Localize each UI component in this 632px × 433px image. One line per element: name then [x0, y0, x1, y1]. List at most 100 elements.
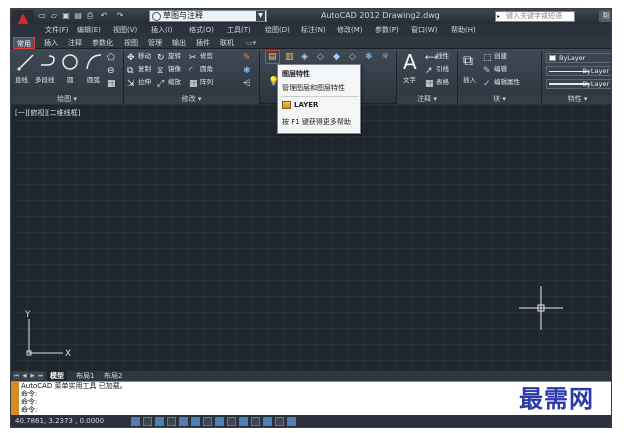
undo-icon[interactable]: ↶	[99, 11, 109, 21]
layer-isolate-icon[interactable]: ◆	[333, 52, 342, 62]
quick-properties-icon[interactable]	[275, 417, 284, 426]
object-snap-icon[interactable]	[191, 417, 200, 426]
lineweight-icon[interactable]	[251, 417, 260, 426]
tab-view[interactable]: 视图	[121, 37, 141, 49]
menu-file[interactable]: 文件(F)	[45, 25, 69, 36]
first-tab-icon[interactable]: ⏮	[13, 372, 20, 380]
selection-cycling-icon[interactable]	[287, 417, 296, 426]
grid-display-icon[interactable]	[155, 417, 164, 426]
circle-icon[interactable]	[61, 53, 79, 71]
create-label[interactable]: 创建	[494, 52, 507, 61]
save-as-icon[interactable]: ▤	[73, 11, 83, 21]
tab-manage[interactable]: 管理	[145, 37, 165, 49]
explode-icon[interactable]: ✱	[243, 66, 252, 76]
tab-parametric[interactable]: 参数化	[89, 37, 116, 49]
menu-view[interactable]: 视图(V)	[113, 25, 137, 36]
tab-model[interactable]: 模型	[47, 371, 67, 381]
tab-online[interactable]: 联机	[217, 37, 237, 49]
object-snap-tracking-icon[interactable]	[215, 417, 224, 426]
move-label[interactable]: 移动	[138, 52, 151, 61]
menu-insert[interactable]: 插入(I)	[151, 25, 173, 36]
menu-tools[interactable]: 工具(T)	[227, 25, 251, 36]
layer-match-icon[interactable]: ◈	[301, 52, 310, 62]
save-icon[interactable]: ▣	[61, 11, 71, 21]
ellipse-icon[interactable]: ⊖	[107, 66, 116, 76]
next-tab-icon[interactable]: ▶	[29, 372, 36, 380]
insert-label[interactable]: 插入	[463, 76, 476, 85]
menu-format[interactable]: 格式(O)	[189, 25, 214, 36]
layer-freeze-icon[interactable]: ❄	[365, 52, 374, 62]
drawing-area[interactable]: [一][俯视][二维线框] Y X	[11, 104, 611, 371]
command-window-handle[interactable]	[11, 382, 19, 416]
layer-previous-icon[interactable]: ◇	[317, 52, 326, 62]
redo-icon[interactable]: ↷	[115, 11, 125, 21]
workspace-select[interactable]: 草图与注释 ▼	[149, 10, 267, 22]
arc-label[interactable]: 圆弧	[87, 76, 100, 85]
rotate-label[interactable]: 旋转	[168, 52, 181, 61]
snap-mode-icon[interactable]	[143, 417, 152, 426]
layer-state-icon[interactable]: ▥	[285, 52, 294, 62]
text-icon[interactable]: A	[403, 51, 421, 73]
menu-help[interactable]: 帮助(H)	[451, 25, 476, 36]
polygon-icon[interactable]: ⬠	[107, 53, 116, 63]
open-icon[interactable]: ▱	[49, 11, 59, 21]
line-label[interactable]: 直线	[15, 76, 28, 85]
menu-edit[interactable]: 编辑(E)	[77, 25, 101, 36]
tab-output[interactable]: 输出	[169, 37, 189, 49]
scale-label[interactable]: 缩放	[168, 78, 181, 87]
search-input[interactable]: ▸ 键入关键字或短语	[495, 11, 575, 22]
menu-modify[interactable]: 修改(M)	[337, 25, 363, 36]
linetype-select[interactable]: ByLayer	[546, 66, 611, 76]
3d-object-snap-icon[interactable]	[203, 417, 212, 426]
mirror-label[interactable]: 镜像	[168, 65, 181, 74]
tab-more-icon[interactable]: ▭▾	[243, 37, 259, 49]
array-label[interactable]: 阵列	[200, 78, 213, 87]
panel-title-draw[interactable]: 绘图 ▾	[11, 95, 123, 104]
hatch-icon[interactable]: ▦	[107, 79, 116, 89]
linear-label[interactable]: 线性	[436, 52, 449, 61]
table-label[interactable]: 表格	[436, 78, 449, 87]
new-icon[interactable]: ▭	[37, 11, 47, 21]
offset-icon[interactable]: ⩤	[243, 79, 252, 89]
print-icon[interactable]: ⎙	[85, 11, 95, 21]
polyline-label[interactable]: 多段线	[35, 76, 55, 85]
command-input[interactable]: 命令:	[21, 406, 37, 415]
copy-label[interactable]: 复制	[138, 65, 151, 74]
menu-parametric[interactable]: 参数(P)	[375, 25, 399, 36]
dynamic-input-icon[interactable]	[239, 417, 248, 426]
polar-tracking-icon[interactable]	[179, 417, 188, 426]
menu-dimension[interactable]: 标注(N)	[301, 25, 326, 36]
tab-insert[interactable]: 插入	[41, 37, 61, 49]
panel-title-annotation[interactable]: 注释 ▾	[397, 95, 457, 104]
last-tab-icon[interactable]: ⏭	[37, 372, 44, 380]
lineweight-select[interactable]: ByLayer	[546, 79, 611, 89]
layer-unisolate-icon[interactable]: ◇	[349, 52, 358, 62]
circle-label[interactable]: 圆	[67, 76, 74, 85]
trim-label[interactable]: 修剪	[200, 52, 213, 61]
text-label[interactable]: 文字	[403, 76, 416, 85]
tab-plugins[interactable]: 插件	[193, 37, 213, 49]
prev-tab-icon[interactable]: ◀	[21, 372, 28, 380]
edit-attribute-label[interactable]: 编辑属性	[494, 78, 520, 87]
layer-off-icon[interactable]: ☼	[381, 52, 390, 62]
dynamic-ucs-icon[interactable]	[227, 417, 236, 426]
polyline-icon[interactable]	[39, 53, 57, 71]
lightbulb-icon[interactable]: 💡	[268, 77, 279, 87]
edit-label[interactable]: 编辑	[494, 65, 507, 74]
tab-annotate[interactable]: 注释	[65, 37, 85, 49]
ortho-mode-icon[interactable]	[167, 417, 176, 426]
infer-constraints-icon[interactable]	[131, 417, 140, 426]
erase-icon[interactable]: ✎	[243, 53, 252, 63]
fillet-label[interactable]: 圆角	[200, 65, 213, 74]
insert-block-icon[interactable]: ⧉	[463, 53, 479, 69]
leader-label[interactable]: 引线	[436, 65, 449, 74]
stretch-label[interactable]: 拉伸	[138, 78, 151, 87]
panel-title-block[interactable]: 块 ▾	[458, 95, 541, 104]
panel-title-properties[interactable]: 特性 ▾	[542, 95, 611, 104]
line-icon[interactable]	[17, 53, 35, 71]
tab-home[interactable]: 常用	[13, 37, 35, 49]
tab-layout1[interactable]: 布局1	[73, 371, 97, 381]
arc-icon[interactable]	[85, 53, 103, 71]
menu-draw[interactable]: 绘图(D)	[265, 25, 290, 36]
tab-layout2[interactable]: 布局2	[101, 371, 125, 381]
